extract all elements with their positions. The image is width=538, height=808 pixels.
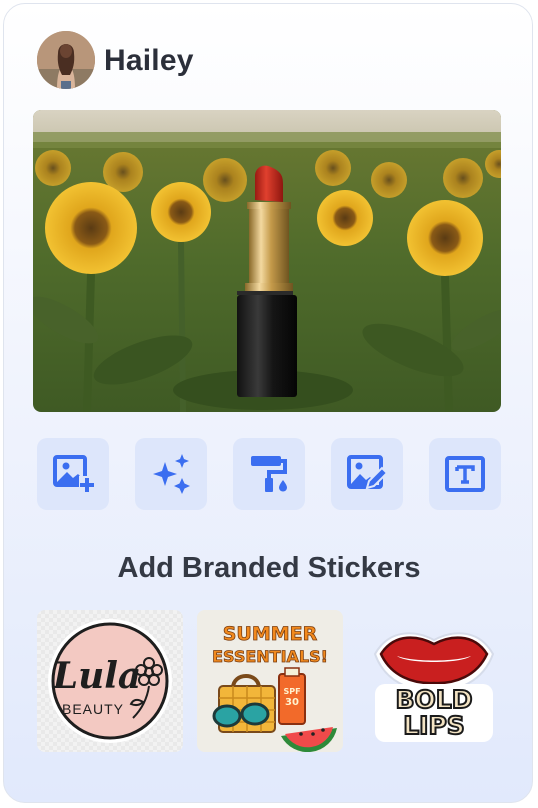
sticker-tagline-text: BEAUTY (62, 701, 124, 717)
creator-card: Hailey Add Branded Stickers Lula BEAUTY … (3, 3, 533, 803)
add-image-button[interactable] (37, 438, 109, 510)
sticker-line2-text: ESSENTIALS! (212, 647, 328, 666)
sticker-line1-text: SUMMER (223, 623, 318, 645)
username: Hailey (104, 44, 194, 77)
avatar-photo (37, 31, 95, 89)
sticker-lula-beauty[interactable]: Lula BEAUTY (37, 610, 183, 752)
tool-bar (4, 438, 532, 510)
paint-roller-button[interactable] (233, 438, 305, 510)
sparkles-icon (153, 454, 190, 494)
sticker-badge-line2: 30 (285, 697, 299, 708)
avatar[interactable] (37, 31, 95, 89)
add-text-button[interactable] (429, 438, 501, 510)
sticker-line1-text: BOLD (396, 685, 473, 714)
ai-magic-button[interactable] (135, 438, 207, 510)
image-edit-icon (347, 455, 389, 490)
edit-image-button[interactable] (331, 438, 403, 510)
sticker-bold-lips[interactable]: BOLD LIPS (361, 610, 507, 752)
product-photo[interactable] (33, 110, 501, 412)
section-title: Add Branded Stickers (117, 552, 421, 584)
paint-roller-icon (251, 456, 287, 492)
text-box-icon (445, 456, 485, 492)
image-plus-icon (53, 455, 95, 494)
sticker-brand-text: Lula (52, 655, 142, 697)
sticker-summer-essentials[interactable]: SUMMER ESSENTIALS! SPF 30 (197, 610, 343, 752)
sticker-line2-text: LIPS (403, 711, 465, 740)
sticker-badge-line1: SPF (283, 687, 300, 696)
